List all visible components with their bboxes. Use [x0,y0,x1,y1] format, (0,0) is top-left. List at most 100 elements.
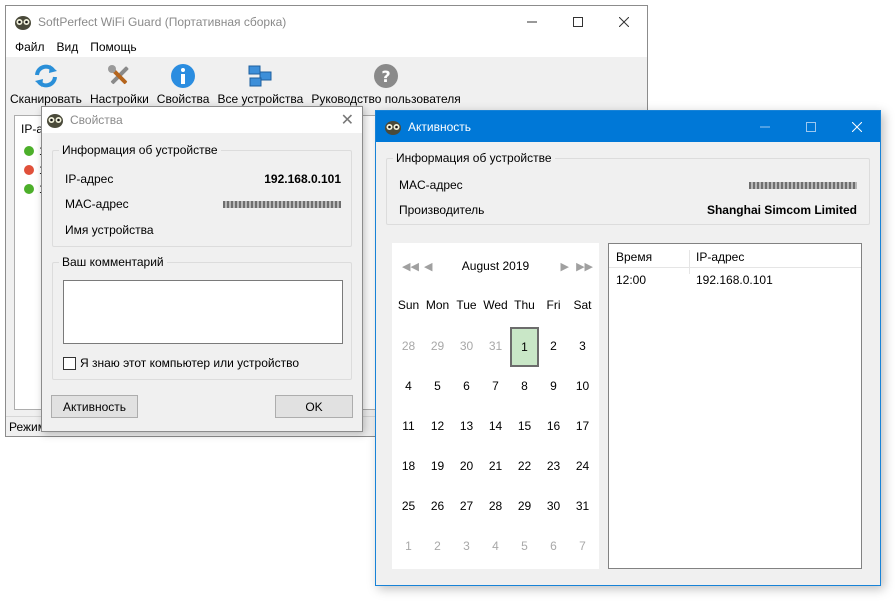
log-ip-cell[interactable]: 192.168.0.101 [696,273,773,287]
calendar-day[interactable]: 3 [452,539,481,553]
column-time[interactable]: Время [616,250,652,264]
menu-view[interactable]: Вид [51,40,85,54]
calendar-day[interactable]: 19 [423,459,452,473]
calendar-week: 18 19 20 21 22 23 24 [394,459,597,473]
calendar-day[interactable]: 6 [539,539,568,553]
scan-button[interactable]: Сканировать [6,58,86,111]
calendar-day[interactable]: 5 [423,379,452,393]
scan-button-label: Сканировать [10,92,82,106]
next-year-icon[interactable]: ▶▶ [576,260,593,273]
calendar-day[interactable]: 8 [510,379,539,393]
calendar-day[interactable]: 11 [394,419,423,433]
close-icon[interactable]: ✕ [341,110,354,130]
maximize-button[interactable] [555,6,601,37]
settings-button[interactable]: Настройки [86,58,153,111]
calendar-day[interactable]: 9 [539,379,568,393]
calendar-day[interactable]: 2 [539,339,568,367]
column-separator[interactable] [689,250,690,274]
calendar-day[interactable]: 17 [568,419,597,433]
activity-titlebar[interactable]: Активность [376,111,880,142]
known-device-label[interactable]: Я знаю этот компьютер или устройство [80,356,299,370]
activity-log-list[interactable]: Время IP-адрес 12:00 192.168.0.101 [608,243,862,569]
properties-title: Свойства [70,113,123,127]
properties-button[interactable]: Свойства [153,58,214,111]
next-month-icon[interactable]: ▶ [561,260,569,273]
calendar-day[interactable]: 7 [568,539,597,553]
calendar-day[interactable]: 13 [452,419,481,433]
calendar-day[interactable]: 14 [481,419,510,433]
calendar-day[interactable]: 25 [394,499,423,513]
calendar-day[interactable]: 10 [568,379,597,393]
comment-textarea[interactable] [63,280,343,344]
calendar-day[interactable]: 4 [481,539,510,553]
known-device-checkbox[interactable] [63,357,76,370]
calendar[interactable]: ◀◀ ◀ August 2019 ▶ ▶▶ Sun Mon Tue Wed Th… [392,243,599,569]
calendar-day[interactable]: 30 [452,339,481,367]
calendar-day[interactable]: 28 [394,339,423,367]
calendar-day[interactable]: 29 [510,499,539,513]
calendar-day[interactable]: 7 [481,379,510,393]
settings-button-label: Настройки [89,92,149,106]
calendar-day[interactable]: 23 [539,459,568,473]
calendar-day[interactable]: 29 [423,339,452,367]
column-ip[interactable]: IP-адрес [696,250,744,264]
calendar-day[interactable]: 15 [510,419,539,433]
minimize-button[interactable] [509,6,555,37]
calendar-day[interactable]: 16 [539,419,568,433]
activity-device-info-label: Информация об устройстве [393,151,555,165]
calendar-day[interactable]: 4 [394,379,423,393]
properties-titlebar[interactable]: Свойства ✕ [42,107,362,133]
main-titlebar[interactable]: SoftPerfect WiFi Guard (Портативная сбор… [6,6,647,37]
user-guide-button-label: Руководство пользователя [311,92,461,106]
calendar-day[interactable]: 1 [394,539,423,553]
prev-year-icon[interactable]: ◀◀ [402,260,419,273]
activity-mac-label: MAC-адрес [399,178,463,192]
minimize-button[interactable] [742,111,788,142]
calendar-weekday-header: Sun Mon Tue Wed Thu Fri Sat [394,298,597,312]
list-column-ip[interactable]: IP-а [21,122,43,136]
calendar-day[interactable]: 30 [539,499,568,513]
calendar-day[interactable]: 12 [423,419,452,433]
activity-button[interactable]: Активность [51,395,138,418]
calendar-day[interactable]: 20 [452,459,481,473]
user-guide-button[interactable]: ? Руководство пользователя [307,58,464,111]
weekday-label: Mon [425,298,450,312]
calendar-day[interactable]: 5 [510,539,539,553]
calendar-day[interactable]: 6 [452,379,481,393]
calendar-day[interactable]: 26 [423,499,452,513]
weekday-label: Tue [456,298,477,312]
help-icon: ? [374,64,399,88]
ip-label: IP-адрес [65,172,114,186]
calendar-day[interactable]: 18 [394,459,423,473]
weekday-label: Thu [514,298,535,312]
close-button[interactable] [601,6,647,37]
calendar-day[interactable]: 27 [452,499,481,513]
scan-icon [34,64,57,88]
prev-month-icon[interactable]: ◀ [424,260,432,273]
menu-file[interactable]: Файл [9,40,51,54]
owl-app-icon [46,111,64,129]
calendar-day-selected[interactable]: 1 [510,327,539,367]
all-devices-button[interactable]: Все устройства [213,58,307,111]
calendar-day[interactable]: 31 [481,339,510,367]
owl-app-icon [384,118,402,136]
calendar-day[interactable]: 2 [423,539,452,553]
ok-button[interactable]: OK [275,395,353,418]
properties-dialog: Свойства ✕ Информация об устройстве IP-а… [41,106,363,432]
calendar-day[interactable]: 24 [568,459,597,473]
calendar-day[interactable]: 21 [481,459,510,473]
main-window-title: SoftPerfect WiFi Guard (Портативная сбор… [38,14,287,29]
menu-help[interactable]: Помощь [84,40,142,54]
network-devices-icon [248,65,272,87]
device-name-label: Имя устройства [65,223,154,237]
calendar-week: 28 29 30 31 1 2 3 [394,327,597,367]
log-time-cell[interactable]: 12:00 [616,273,646,287]
calendar-day[interactable]: 22 [510,459,539,473]
maximize-button[interactable] [788,111,834,142]
all-devices-button-label: Все устройства [217,92,304,106]
calendar-month-label: August 2019 [461,259,530,273]
close-button[interactable] [834,111,880,142]
calendar-day[interactable]: 28 [481,499,510,513]
calendar-day[interactable]: 3 [568,339,597,367]
calendar-day[interactable]: 31 [568,499,597,513]
